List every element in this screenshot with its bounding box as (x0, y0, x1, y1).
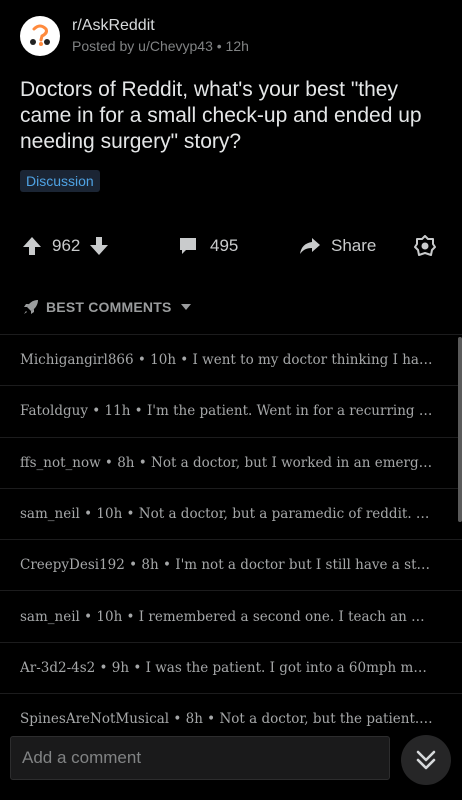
askreddit-question-icon (25, 21, 55, 51)
upvote-arrow-icon[interactable] (22, 235, 42, 257)
list-item[interactable]: Fatoldguy • 11h • I'm the patient. Went … (0, 385, 462, 436)
comment-preview: sam_neil • 10h • I remembered a second o… (20, 608, 425, 625)
award-icon (414, 235, 436, 256)
list-item[interactable]: Michigangirl866 • 10h • I went to my doc… (0, 334, 462, 385)
comments-button[interactable]: 495 (178, 228, 238, 264)
post-actions: 962 495 Share (0, 228, 462, 264)
comment-preview: CreepyDesi192 • 8h • I'm not a doctor bu… (20, 557, 438, 574)
chevron-down-icon (180, 304, 191, 310)
list-item[interactable]: sam_neil • 10h • Not a doctor, but a par… (0, 487, 462, 539)
comment-preview: Ar-3d2-4s2 • 9h • I was the patient. I g… (20, 659, 427, 676)
comment-composer-bar: Add a comment (0, 727, 462, 800)
comments-list: Michigangirl866 • 10h • I went to my doc… (0, 334, 462, 744)
comment-preview: sam_neil • 10h • Not a doctor, but a par… (20, 506, 430, 523)
double-chevron-down-icon (416, 750, 436, 770)
post-meta: r/AskReddit Posted by u/Chevyp43 • 12h (72, 16, 249, 56)
list-item[interactable]: CreepyDesi192 • 8h • I'm not a doctor bu… (0, 539, 462, 590)
post-header: r/AskReddit Posted by u/Chevyp43 • 12h (20, 16, 249, 56)
comment-preview: SpinesAreNotMusical • 8h • Not a doctor,… (20, 711, 438, 728)
share-button[interactable]: Share (299, 228, 376, 264)
subreddit-avatar[interactable] (20, 16, 60, 56)
score: 962 (52, 236, 81, 255)
subreddit-name[interactable]: r/AskReddit (72, 16, 249, 36)
comment-preview: ffs_not_now • 8h • Not a doctor, but I w… (20, 454, 438, 471)
vote-group: 962 (22, 228, 109, 264)
sort-label: BEST COMMENTS (46, 299, 172, 315)
comment-bubble-icon (180, 238, 196, 254)
posted-by: Posted by u/Chevyp43 • 12h (72, 38, 249, 54)
post-title: Doctors of Reddit, what's your best "the… (20, 78, 422, 153)
list-item[interactable]: ffs_not_now • 8h • Not a doctor, but I w… (0, 436, 462, 488)
jump-to-next-button[interactable] (401, 735, 451, 785)
post-flair[interactable]: Discussion (20, 170, 100, 192)
add-comment-input[interactable]: Add a comment (10, 736, 390, 780)
list-item[interactable]: sam_neil • 10h • I remembered a second o… (0, 590, 462, 641)
comment-preview: Michigangirl866 • 10h • I went to my doc… (20, 352, 438, 369)
comment-preview: Fatoldguy • 11h • I'm the patient. Went … (20, 403, 438, 420)
comment-sort[interactable]: BEST COMMENTS (22, 298, 192, 316)
share-arrow-icon (300, 238, 320, 254)
scrollbar[interactable] (458, 337, 462, 522)
comments-count: 495 (210, 236, 239, 255)
downvote-arrow-icon[interactable] (89, 235, 109, 257)
award-button[interactable] (414, 228, 436, 264)
list-item[interactable]: Ar-3d2-4s2 • 9h • I was the patient. I g… (0, 641, 462, 693)
share-label: Share (331, 236, 377, 255)
rocket-icon (24, 300, 38, 314)
